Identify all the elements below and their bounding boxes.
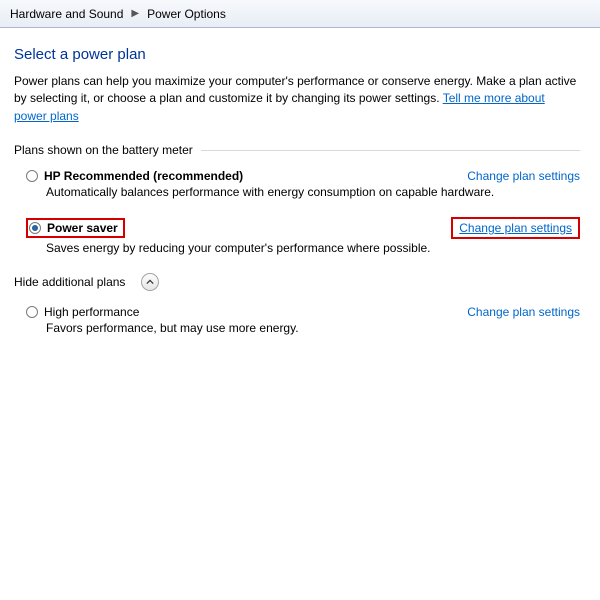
plan-power-saver: Power saver Change plan settings Saves e… <box>26 217 580 255</box>
radio-icon-selected <box>29 222 41 234</box>
additional-plans-label[interactable]: Hide additional plans <box>0 275 125 289</box>
chevron-up-icon <box>146 278 154 286</box>
change-plan-settings-link[interactable]: Change plan settings <box>459 221 572 235</box>
highlight-outline: Power saver <box>26 218 125 238</box>
plan-desc: Automatically balances performance with … <box>46 185 580 199</box>
highlight-outline: Change plan settings <box>451 217 580 239</box>
section-header-additional: Hide additional plans <box>0 273 580 291</box>
content-area: Select a power plan Power plans can help… <box>0 28 600 335</box>
plan-select-high-performance[interactable]: High performance <box>26 305 139 319</box>
change-plan-settings-link[interactable]: Change plan settings <box>467 169 580 183</box>
plan-desc: Favors performance, but may use more ene… <box>46 321 580 335</box>
section-label: Plans shown on the battery meter <box>14 143 193 157</box>
plan-select-hp-recommended[interactable]: HP Recommended (recommended) <box>26 169 243 183</box>
collapse-button[interactable] <box>141 273 159 291</box>
breadcrumb-parent[interactable]: Hardware and Sound <box>4 7 129 21</box>
plan-name: HP Recommended (recommended) <box>44 169 243 183</box>
plan-high-performance: High performance Change plan settings Fa… <box>26 305 580 335</box>
change-plan-settings-link[interactable]: Change plan settings <box>467 305 580 319</box>
divider <box>201 150 580 151</box>
breadcrumb-current[interactable]: Power Options <box>141 7 232 21</box>
radio-icon <box>26 170 38 182</box>
section-header-battery-plans: Plans shown on the battery meter <box>14 143 580 157</box>
plan-name: High performance <box>44 305 139 319</box>
intro-text: Power plans can help you maximize your c… <box>14 73 580 125</box>
chevron-right-icon: ▶ <box>129 8 141 19</box>
plan-select-power-saver[interactable]: Power saver <box>29 221 118 235</box>
plan-desc: Saves energy by reducing your computer's… <box>46 241 580 255</box>
plan-hp-recommended: HP Recommended (recommended) Change plan… <box>26 169 580 199</box>
breadcrumb: Hardware and Sound ▶ Power Options <box>0 0 600 28</box>
plan-name: Power saver <box>47 221 118 235</box>
page-title: Select a power plan <box>14 46 580 63</box>
radio-icon <box>26 306 38 318</box>
